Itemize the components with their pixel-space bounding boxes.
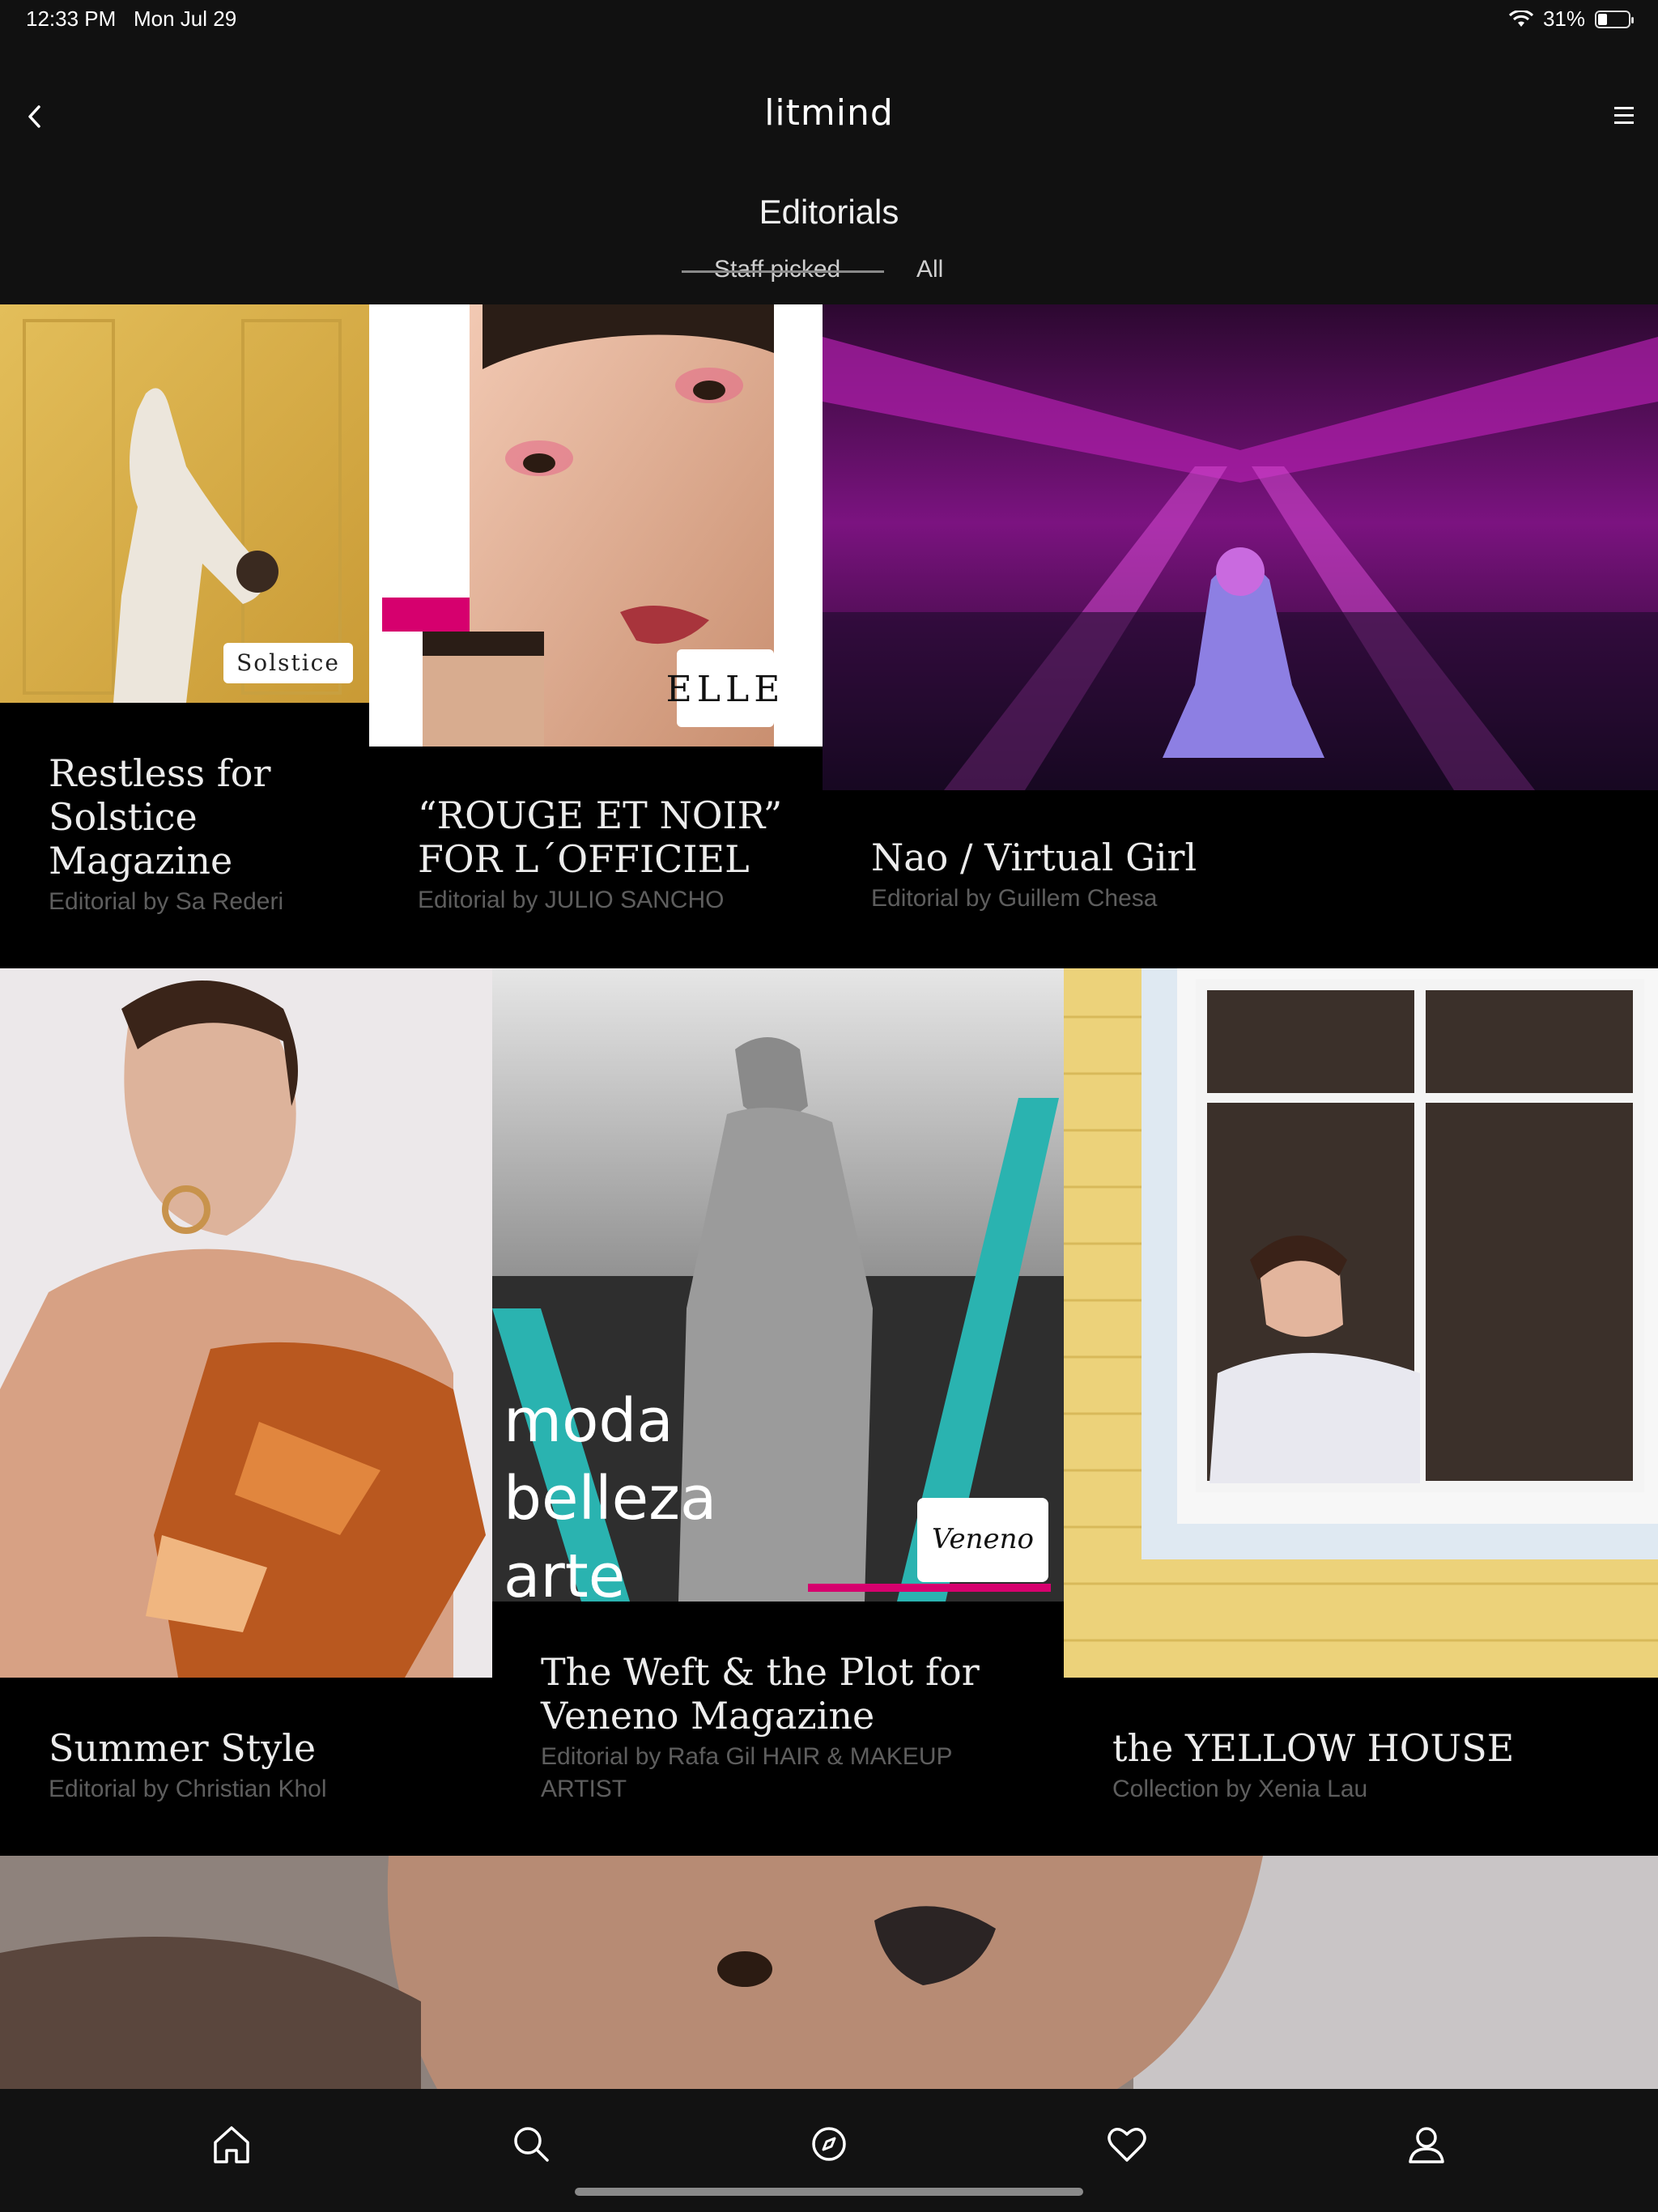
heart-icon[interactable] [1103, 2120, 1151, 2168]
home-indicator [575, 2188, 1083, 2196]
card-title: Summer Style [49, 1726, 317, 1770]
editorial-card[interactable] [0, 1856, 1658, 2089]
svg-text:arte: arte [504, 1542, 625, 1602]
editorial-card[interactable]: Solstice Restless for Solstice Magazine … [0, 304, 369, 968]
menu-icon[interactable] [1611, 104, 1637, 128]
status-bar: 12:33 PM Mon Jul 29 31% [0, 0, 1658, 39]
card-subtitle: Editorial by Christian Khol [49, 1776, 327, 1802]
page-title: Editorials [759, 193, 899, 231]
card-image [0, 968, 492, 1678]
card-title: “ROUGE ET NOIR” FOR L´OFFICIEL [418, 793, 783, 881]
card-subtitle: Editorial by Guillem Chesa [871, 885, 1158, 912]
editorial-card[interactable]: Nao / Virtual Girl Editorial by Guillem … [823, 304, 1658, 968]
card-image [1064, 968, 1658, 1678]
svg-text:Solstice: Solstice [236, 649, 340, 676]
svg-text:moda: moda [504, 1386, 674, 1456]
card-title: The Weft & the Plot for Veneno Magazine [541, 1650, 980, 1738]
editorial-card[interactable]: moda belleza arte Veneno The Weft & the … [492, 968, 1064, 1856]
app-logo[interactable]: litmind [0, 92, 1658, 134]
card-subtitle: Editorial by Rafa Gil HAIR & MAKEUP ARTI… [541, 1743, 952, 1802]
editorial-card[interactable]: ELLE “ROUGE ET NOIR” FOR L´OFFICIEL Edit… [369, 304, 823, 968]
search-icon[interactable] [507, 2120, 555, 2168]
card-title: Nao / Virtual Girl [871, 836, 1197, 879]
card-title: the YELLOW HOUSE [1112, 1726, 1515, 1770]
editorial-card[interactable]: the YELLOW HOUSE Collection by Xenia Lau [1064, 968, 1658, 1856]
tab-staff-picked[interactable]: Staff picked [714, 256, 840, 283]
profile-icon[interactable] [1402, 2120, 1451, 2168]
battery-percent: 31% [1542, 6, 1585, 31]
home-icon[interactable] [207, 2120, 256, 2168]
card-subtitle: Collection by Xenia Lau [1112, 1776, 1368, 1802]
status-time: 12:33 PM Mon Jul 29 [26, 6, 237, 31]
battery-icon [1595, 10, 1634, 28]
card-subtitle: Editorial by Sa Rederi [49, 888, 284, 915]
card-image: moda belleza arte Veneno [492, 968, 1064, 1602]
svg-text:ELLE: ELLE [666, 669, 785, 710]
card-image [0, 1856, 1658, 2089]
tab-all[interactable]: All [916, 256, 943, 283]
card-image: ELLE [369, 304, 823, 747]
card-subtitle: Editorial by JULIO SANCHO [418, 887, 725, 913]
svg-text:belleza: belleza [504, 1464, 716, 1534]
card-title: Restless for Solstice Magazine [49, 751, 271, 883]
card-image [823, 304, 1658, 790]
tab-underline [682, 270, 884, 273]
wifi-icon [1508, 10, 1533, 27]
card-image: Solstice [0, 304, 369, 703]
svg-text:Veneno: Veneno [932, 1523, 1034, 1555]
editorial-card[interactable]: Summer Style Editorial by Christian Khol [0, 968, 492, 1856]
compass-icon[interactable] [805, 2120, 853, 2168]
